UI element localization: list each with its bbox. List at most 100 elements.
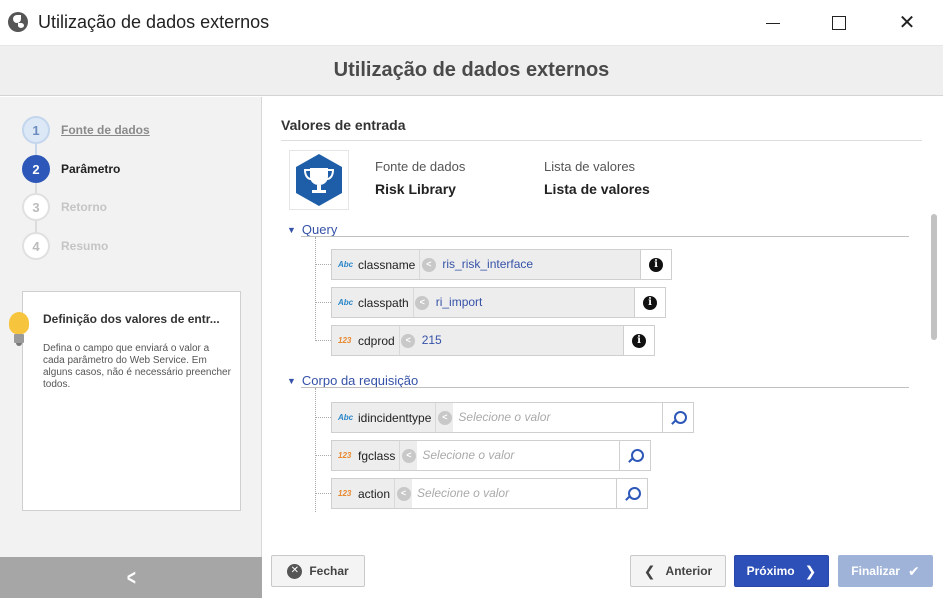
tree-branch: [315, 264, 331, 265]
info-icon: i: [643, 295, 657, 310]
param-name: cdprod: [358, 333, 395, 348]
datasource-label: Fonte de dados: [375, 159, 466, 174]
previous-button-label: Anterior: [665, 564, 713, 578]
datasource-logo: [289, 150, 349, 210]
help-card-title: Definição dos valores de entr...: [43, 312, 220, 326]
param-name: classpath: [358, 295, 409, 310]
search-icon: [671, 410, 687, 425]
list-label: Lista de valores: [544, 159, 636, 174]
search-icon: [625, 486, 641, 501]
search-value-button[interactable]: [616, 479, 647, 508]
datasource-value: Risk Library: [375, 181, 456, 197]
map-arrow-icon: <: [399, 441, 418, 470]
step-number: 4: [22, 232, 50, 260]
finish-button-label: Finalizar: [851, 564, 900, 578]
search-icon: [628, 448, 644, 463]
section-title: Valores de entrada: [281, 117, 406, 133]
step-label: Resumo: [61, 239, 109, 253]
window-titlebar: Utilização de dados externos ✕: [0, 0, 943, 46]
step-label: Parâmetro: [61, 162, 121, 176]
close-circle-icon: ✕: [287, 563, 303, 579]
map-arrow-icon: <: [412, 288, 431, 317]
info-icon: i: [649, 257, 663, 272]
maximize-button[interactable]: [816, 0, 862, 46]
param-value-input[interactable]: Selecione o valor: [412, 479, 616, 508]
tree-branch: [315, 493, 331, 494]
step-fonte-de-dados[interactable]: 1 Fonte de dados: [22, 116, 150, 144]
text-type-icon: Abc: [338, 298, 354, 307]
body-group-divider: [301, 387, 909, 388]
step-label: Retorno: [61, 200, 107, 214]
map-arrow-icon: <: [435, 403, 454, 432]
minimize-button[interactable]: [750, 0, 796, 46]
window-title: Utilização de dados externos: [38, 12, 270, 32]
dialog-title: Utilização de dados externos: [333, 59, 610, 81]
info-button[interactable]: i: [640, 250, 671, 279]
search-value-button[interactable]: [619, 441, 650, 470]
tree-branch: [315, 340, 331, 341]
chevron-left-icon: ❮: [643, 562, 656, 579]
body-group-title: Corpo da requisição: [301, 373, 419, 388]
help-card: Definição dos valores de entr... Defina …: [9, 291, 241, 511]
param-value-input[interactable]: Selecione o valor: [453, 403, 662, 432]
step-retorno: 3 Retorno: [22, 193, 107, 221]
minimize-icon: [766, 22, 780, 24]
map-arrow-icon: <: [394, 479, 413, 508]
step-number: 1: [22, 116, 50, 144]
step-resumo: 4 Resumo: [22, 232, 108, 260]
close-button-label: Fechar: [309, 564, 349, 578]
param-value[interactable]: 215: [416, 326, 623, 355]
param-field-fgclass: 123 fgclass < Selecione o valor: [331, 440, 651, 471]
globe-icon: [8, 12, 28, 32]
tree-connector: [315, 237, 316, 341]
tree-branch: [315, 455, 331, 456]
caret-down-icon: ▼: [287, 375, 296, 386]
section-divider: [281, 140, 922, 141]
wizard-sidebar: 1 Fonte de dados 2 Parâmetro 3 Retorno 4…: [0, 97, 262, 598]
tree-branch: [315, 302, 331, 303]
param-value-input[interactable]: Selecione o valor: [417, 441, 619, 470]
close-button[interactable]: ✕ Fechar: [271, 555, 365, 587]
dialog-header: Utilização de dados externos: [0, 46, 943, 96]
text-type-icon: Abc: [338, 413, 354, 422]
lightbulb-icon: [9, 312, 29, 348]
info-icon: i: [632, 333, 646, 348]
search-value-button[interactable]: [662, 403, 693, 432]
body-group-toggle[interactable]: ▼ Corpo da requisição: [287, 373, 418, 388]
help-card-text: Defina o campo que enviará o valor a cad…: [43, 343, 231, 390]
number-type-icon: 123: [338, 336, 352, 345]
scrollbar-thumb[interactable]: [931, 214, 937, 340]
step-number: 3: [22, 193, 50, 221]
caret-down-icon: ▼: [287, 224, 296, 235]
param-name: action: [358, 486, 391, 501]
finish-button[interactable]: Finalizar ✔: [838, 555, 933, 587]
query-group-toggle[interactable]: ▼ Query: [287, 222, 337, 237]
number-type-icon: 123: [338, 489, 352, 498]
previous-button[interactable]: ❮ Anterior: [630, 555, 726, 587]
map-arrow-icon: <: [398, 326, 417, 355]
text-type-icon: Abc: [338, 260, 354, 269]
next-button[interactable]: Próximo ❯: [734, 555, 829, 587]
maximize-icon: [832, 16, 846, 30]
list-value: Lista de valores: [544, 181, 650, 197]
info-button[interactable]: i: [623, 326, 654, 355]
collapse-sidebar-button[interactable]: <: [0, 557, 262, 598]
next-button-label: Próximo: [746, 564, 795, 578]
step-parametro[interactable]: 2 Parâmetro: [22, 155, 120, 183]
param-name: fgclass: [358, 448, 396, 463]
tree-branch: [315, 417, 331, 418]
param-value[interactable]: ri_import: [430, 288, 634, 317]
param-value[interactable]: ris_risk_interface: [437, 250, 640, 279]
number-type-icon: 123: [338, 451, 352, 460]
check-icon: ✔: [907, 562, 920, 579]
param-name: classname: [358, 257, 416, 272]
chevron-left-icon: <: [126, 564, 136, 590]
info-button[interactable]: i: [634, 288, 665, 317]
main-content: Valores de entrada Fonte de dados Risk L…: [263, 97, 943, 549]
param-field-cdprod: 123 cdprod < 215 i: [331, 325, 655, 356]
param-field-classpath: Abc classpath < ri_import i: [331, 287, 666, 318]
chevron-right-icon: ❯: [804, 562, 817, 579]
query-group-divider: [301, 236, 909, 237]
close-window-button[interactable]: ✕: [884, 0, 930, 46]
close-icon: ✕: [898, 12, 916, 34]
